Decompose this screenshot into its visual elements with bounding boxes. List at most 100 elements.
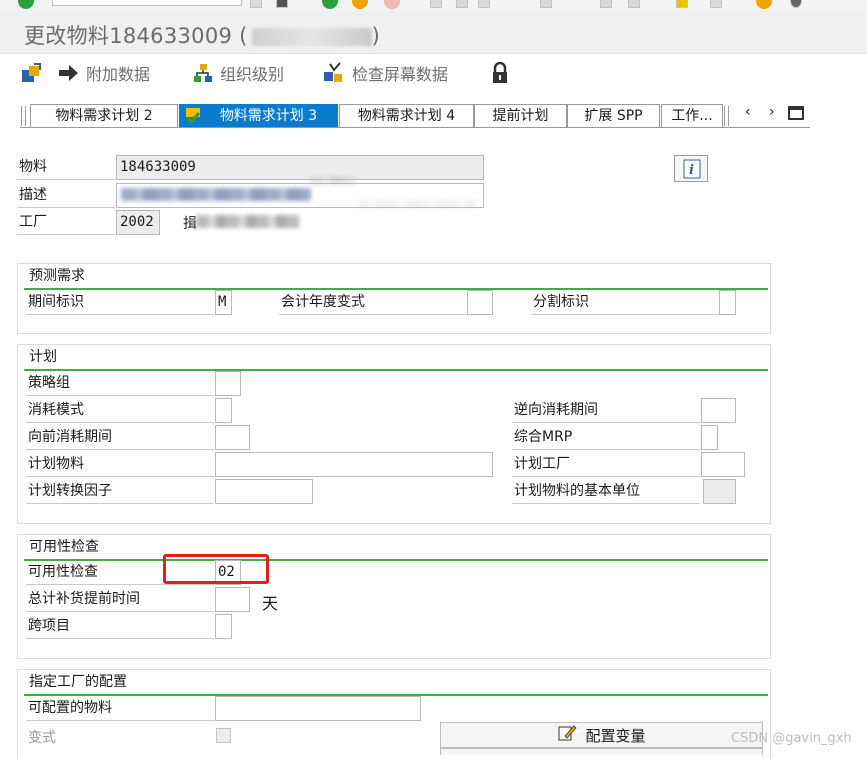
- back-icon[interactable]: [322, 0, 338, 9]
- base-unit-label: 计划物料的基本单位: [512, 479, 700, 504]
- redacted-title-part: [251, 28, 372, 46]
- planning-material-field[interactable]: [215, 452, 493, 477]
- info-button[interactable]: i: [674, 155, 708, 182]
- bookmark-icon[interactable]: [676, 0, 688, 8]
- tab-extended-spp[interactable]: 扩展 SPP: [567, 104, 660, 127]
- lock-icon: [490, 62, 510, 84]
- tab-scroll-edge: [21, 106, 26, 126]
- svg-text:i: i: [689, 163, 694, 178]
- base-unit-field: [703, 479, 736, 504]
- backward-consumption-label: 逆向消耗期间: [512, 398, 700, 423]
- redacted-description-shadow-2: [356, 200, 476, 208]
- check-screen-data-label: 检查屏幕数据: [352, 65, 449, 84]
- variant-label: 变式: [28, 730, 56, 746]
- conversion-factor-field[interactable]: [215, 479, 313, 504]
- tab-list-icon[interactable]: [788, 106, 804, 120]
- total-repl-lead-time-field[interactable]: [215, 587, 250, 612]
- days-unit-label: 天: [262, 594, 279, 613]
- mixed-mrp-label: 综合MRP: [512, 425, 700, 450]
- arrow-right-icon: [58, 64, 80, 82]
- material-label: 物料: [17, 155, 115, 180]
- cancel-icon[interactable]: [384, 0, 400, 9]
- prev-page-icon[interactable]: [600, 0, 612, 8]
- check-icon: [322, 62, 346, 84]
- tab-mrp2[interactable]: 物料需求计划 2: [30, 104, 178, 127]
- config-variant-label: 配置变量: [585, 726, 646, 745]
- first-page-icon[interactable]: [540, 0, 552, 8]
- cross-project-field[interactable]: [215, 614, 232, 639]
- system-toolbar: [0, 0, 867, 10]
- org-select-button[interactable]: [20, 60, 42, 86]
- tab-prev-icon[interactable]: ‹: [745, 104, 751, 120]
- help-icon[interactable]: [756, 0, 772, 9]
- plant-label: 工厂: [17, 210, 115, 235]
- description-label: 描述: [17, 183, 115, 208]
- configurable-material-label: 可配置的物料: [26, 696, 214, 721]
- exit-icon[interactable]: [352, 0, 368, 9]
- period-indicator-label: 期间标识: [26, 290, 214, 315]
- redacted-description-shadow: [310, 176, 356, 185]
- material-field: 184633009: [116, 155, 484, 180]
- new-session-icon[interactable]: [710, 0, 722, 8]
- availability-section-title: 可用性检查: [29, 539, 99, 555]
- splitting-indicator-field[interactable]: [719, 290, 736, 315]
- highlight-annotation: [163, 554, 269, 584]
- tab-scroll-edge-right: [724, 106, 729, 126]
- redacted-description: [121, 188, 311, 201]
- hierarchy-icon: [192, 62, 214, 84]
- planning-material-label: 计划物料: [26, 452, 214, 477]
- next-page-icon[interactable]: [628, 0, 640, 8]
- forward-consumption-field[interactable]: [215, 425, 250, 450]
- redacted-plant-description: [196, 215, 300, 228]
- strategy-group-label: 策略组: [26, 371, 214, 396]
- check-screen-data-button[interactable]: 检查屏幕数据: [322, 60, 448, 86]
- org-levels-label: 组织级别: [220, 65, 285, 84]
- next-button-partial[interactable]: [440, 748, 763, 755]
- plant-field: 2002: [116, 210, 160, 235]
- back-nav-icon[interactable]: [250, 0, 262, 8]
- command-field[interactable]: [52, 0, 242, 6]
- config-variant-button[interactable]: 配置变量: [440, 722, 763, 748]
- planning-plant-field[interactable]: [701, 452, 745, 477]
- fiscal-year-variant-field[interactable]: [467, 290, 493, 315]
- find-icon[interactable]: [456, 0, 468, 8]
- planning-section-title: 计划: [29, 349, 57, 365]
- settings-icon[interactable]: [790, 0, 802, 8]
- tab-check-icon: [184, 107, 202, 127]
- conversion-factor-label: 计划转换因子: [26, 479, 214, 504]
- plant-config-section-title: 指定工厂的配置: [29, 674, 127, 690]
- total-repl-lead-time-label: 总计补货提前时间: [26, 587, 214, 612]
- lock-button[interactable]: [490, 60, 510, 86]
- configurable-material-field[interactable]: [215, 696, 421, 721]
- strategy-group-field[interactable]: [215, 371, 241, 396]
- tab-mrp4[interactable]: 物料需求计划 4: [339, 104, 474, 127]
- watermark: CSDN @gavin_gxh: [731, 731, 852, 746]
- variant-checkbox: [216, 728, 231, 743]
- tab-mrp3[interactable]: 物料需求计划 3: [179, 104, 338, 127]
- save-icon[interactable]: [276, 0, 288, 8]
- enter-icon[interactable]: [18, 0, 34, 9]
- additional-data-button[interactable]: 附加数据: [58, 60, 150, 86]
- org-select-icon: [20, 62, 42, 84]
- fiscal-year-variant-label: 会计年度变式: [279, 290, 467, 315]
- find-next-icon[interactable]: [478, 0, 490, 8]
- edit-config-icon: [557, 724, 578, 746]
- forward-consumption-label: 向前消耗期间: [26, 425, 214, 450]
- cross-project-label: 跨项目: [26, 614, 214, 639]
- print-icon[interactable]: [430, 0, 442, 8]
- additional-data-label: 附加数据: [86, 65, 151, 84]
- consumption-mode-label: 消耗模式: [26, 398, 214, 423]
- backward-consumption-field[interactable]: [701, 398, 736, 423]
- tab-advanced-planning[interactable]: 提前计划: [474, 104, 567, 127]
- planning-plant-label: 计划工厂: [512, 452, 700, 477]
- mixed-mrp-field[interactable]: [701, 425, 718, 450]
- page-title: 更改物料184633009 (): [24, 24, 381, 48]
- info-icon: i: [683, 159, 701, 183]
- tab-work-scheduling[interactable]: 工作...: [661, 104, 723, 127]
- splitting-indicator-label: 分割标识: [531, 290, 719, 315]
- plant-description-first-char: 揖: [183, 216, 197, 232]
- org-levels-button[interactable]: 组织级别: [192, 60, 284, 86]
- consumption-mode-field[interactable]: [215, 398, 232, 423]
- tab-next-icon[interactable]: ›: [769, 104, 775, 120]
- period-indicator-field[interactable]: M: [215, 290, 232, 315]
